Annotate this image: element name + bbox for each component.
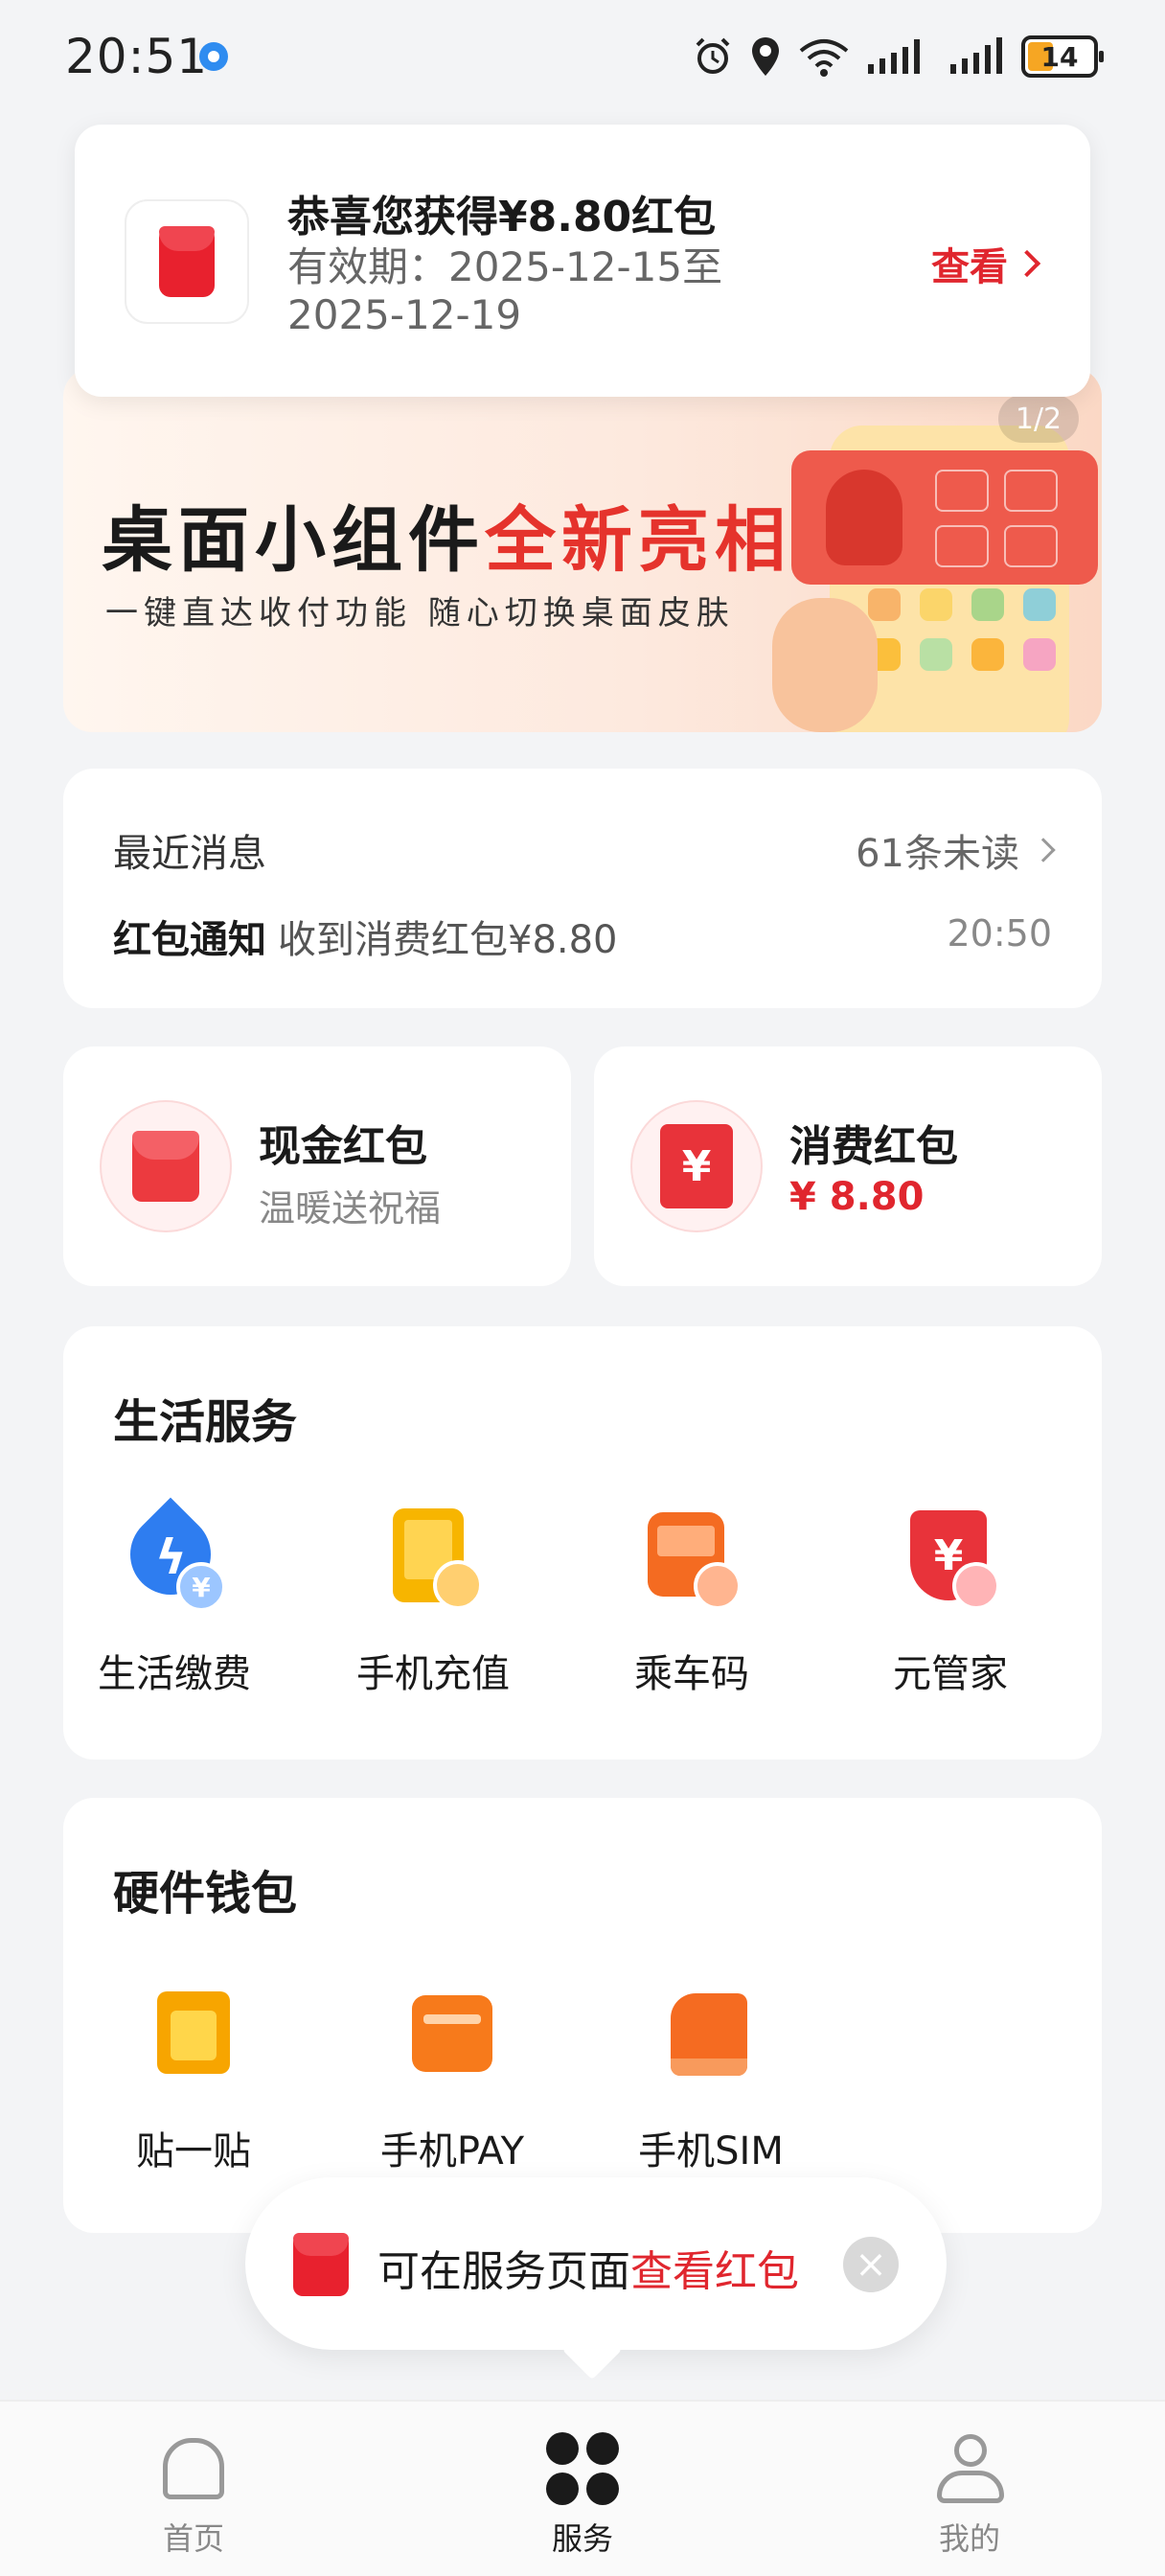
notification-view-label: 查看: [931, 245, 1008, 289]
hardware-label: 手机SIM: [638, 2129, 784, 2174]
view-red-packet-tip[interactable]: 可在服务页面查看红包 ×: [245, 2177, 947, 2350]
red-envelope-icon: [132, 1131, 199, 1202]
hardware-sim[interactable]: 手机SIM: [605, 1986, 816, 2175]
transit-code-icon: [634, 1508, 749, 1623]
message-type: 红包通知: [113, 918, 266, 962]
banner-title: 桌面小组件全新亮相: [102, 483, 791, 586]
service-label: 元管家: [893, 1652, 1008, 1696]
red-envelope-icon: [293, 2233, 349, 2296]
service-label: 生活缴费: [98, 1652, 251, 1696]
unread-count-link[interactable]: 61条未读: [856, 822, 1056, 878]
cash-red-packet-card[interactable]: 现金红包 温暖送祝福: [63, 1046, 571, 1286]
utility-payment-icon: ϟ ¥: [113, 1497, 232, 1623]
notification-view-button[interactable]: 查看: [931, 236, 1041, 291]
tip-text-plain: 可在服务页面: [377, 2247, 630, 2296]
status-bar: 20:51 14: [0, 0, 1165, 115]
banner-title-red: 全新亮相: [485, 499, 791, 582]
profile-icon: [931, 2430, 1008, 2507]
signal-strength-icon: [868, 39, 920, 74]
mobile-recharge-icon: [376, 1508, 491, 1623]
unread-count: 61条未读: [856, 832, 1019, 876]
nav-home[interactable]: 首页: [98, 2430, 289, 2559]
tap-pay-icon: [136, 1986, 251, 2101]
tip-text: 可在服务页面查看红包: [377, 2237, 799, 2298]
hardware-phone-pay[interactable]: 手机PAY: [347, 1986, 558, 2175]
life-services-card: 生活服务 ϟ ¥ 生活缴费 手机充值 乘车码 ¥ 元管家: [63, 1326, 1102, 1760]
notification-validity: 有效期：2025-12-15至2025-12-19: [287, 243, 723, 338]
promo-banner[interactable]: 桌面小组件全新亮相 一键直达收付功能 随心切换桌面皮肤 1/2: [63, 368, 1102, 732]
service-label: 手机充值: [356, 1652, 510, 1696]
wifi-icon: [799, 39, 849, 77]
browser-indicator-icon: [199, 42, 228, 71]
latest-message: 红包通知 收到消费红包¥8.80: [113, 908, 618, 964]
wallet-services-page: 20:51 14 恭喜您获得¥8.80红包 有效期：2025-12-15至202…: [0, 0, 1165, 2576]
consume-red-packet-title: 消费红包: [789, 1122, 958, 1171]
nav-services[interactable]: 服务: [487, 2430, 678, 2559]
hardware-label: 手机PAY: [379, 2129, 525, 2174]
phone-pay-icon: [395, 1986, 510, 2101]
chevron-right-icon: [1031, 838, 1056, 862]
tip-text-highlight[interactable]: 查看红包: [630, 2247, 799, 2296]
alarm-icon: [696, 37, 730, 74]
nav-label: 首页: [162, 2520, 224, 2557]
hardware-wallet-title: 硬件钱包: [113, 1867, 298, 1920]
hardware-wallet-card: 硬件钱包 贴一贴 手机PAY 手机SIM: [63, 1798, 1102, 2233]
yuan-ticket-icon: ¥: [660, 1124, 733, 1208]
status-time: 20:51: [65, 29, 209, 84]
nav-label: 服务: [551, 2520, 613, 2557]
life-services-title: 生活服务: [113, 1395, 298, 1449]
notification-icon-box: [125, 199, 249, 324]
banner-subtitle: 一键直达收付功能 随心切换桌面皮肤: [105, 594, 735, 632]
cash-red-packet-subtitle: 温暖送祝福: [259, 1187, 442, 1230]
cash-red-packet-title: 现金红包: [259, 1122, 427, 1171]
consume-red-packet-icon-bg: ¥: [630, 1100, 763, 1232]
location-icon: [752, 37, 779, 76]
consume-red-packet-card[interactable]: ¥ 消费红包 ¥ 8.80: [594, 1046, 1102, 1286]
message-time: 20:50: [947, 912, 1052, 954]
service-label: 乘车码: [634, 1652, 749, 1696]
services-icon: [544, 2430, 621, 2507]
status-icons: 14: [692, 33, 1104, 80]
bottom-navigation: 首页 服务 我的: [0, 2400, 1165, 2576]
battery-icon: 14: [1021, 35, 1104, 78]
red-envelope-icon: [159, 226, 215, 297]
home-icon: [155, 2430, 232, 2507]
chevron-right-icon: [1013, 249, 1041, 278]
recent-messages-title: 最近消息: [113, 832, 266, 876]
signal-strength-icon-2: [950, 37, 1002, 74]
service-finance-manager[interactable]: ¥ 元管家: [855, 1508, 1046, 1698]
banner-title-black: 桌面小组件: [102, 499, 485, 582]
notification-title: 恭喜您获得¥8.80红包: [287, 193, 717, 242]
nav-profile[interactable]: 我的: [874, 2430, 1065, 2559]
service-transit-code[interactable]: 乘车码: [596, 1508, 788, 1698]
service-utility-payment[interactable]: ϟ ¥ 生活缴费: [79, 1497, 270, 1698]
nav-label: 我的: [938, 2520, 1000, 2557]
cash-red-packet-icon-bg: [100, 1100, 232, 1232]
close-icon[interactable]: ×: [843, 2237, 899, 2292]
consume-red-packet-amount: ¥ 8.80: [789, 1175, 925, 1219]
hardware-label: 贴一贴: [136, 2129, 251, 2174]
recent-messages-card[interactable]: 最近消息 61条未读 红包通知 收到消费红包¥8.80 20:50: [63, 769, 1102, 1008]
battery-level: 14: [1040, 40, 1079, 73]
sim-card-icon: [653, 1986, 768, 2101]
widget-illustration: [791, 450, 1098, 585]
banner-pager: 1/2: [998, 395, 1079, 443]
hand-illustration: [772, 598, 878, 732]
message-text: 收到消费红包¥8.80: [278, 918, 618, 962]
hardware-tap-pay[interactable]: 贴一贴: [88, 1986, 299, 2175]
red-packet-notification[interactable]: 恭喜您获得¥8.80红包 有效期：2025-12-15至2025-12-19 查…: [75, 125, 1090, 397]
finance-manager-icon: ¥: [893, 1508, 1008, 1623]
service-mobile-recharge[interactable]: 手机充值: [337, 1508, 529, 1698]
